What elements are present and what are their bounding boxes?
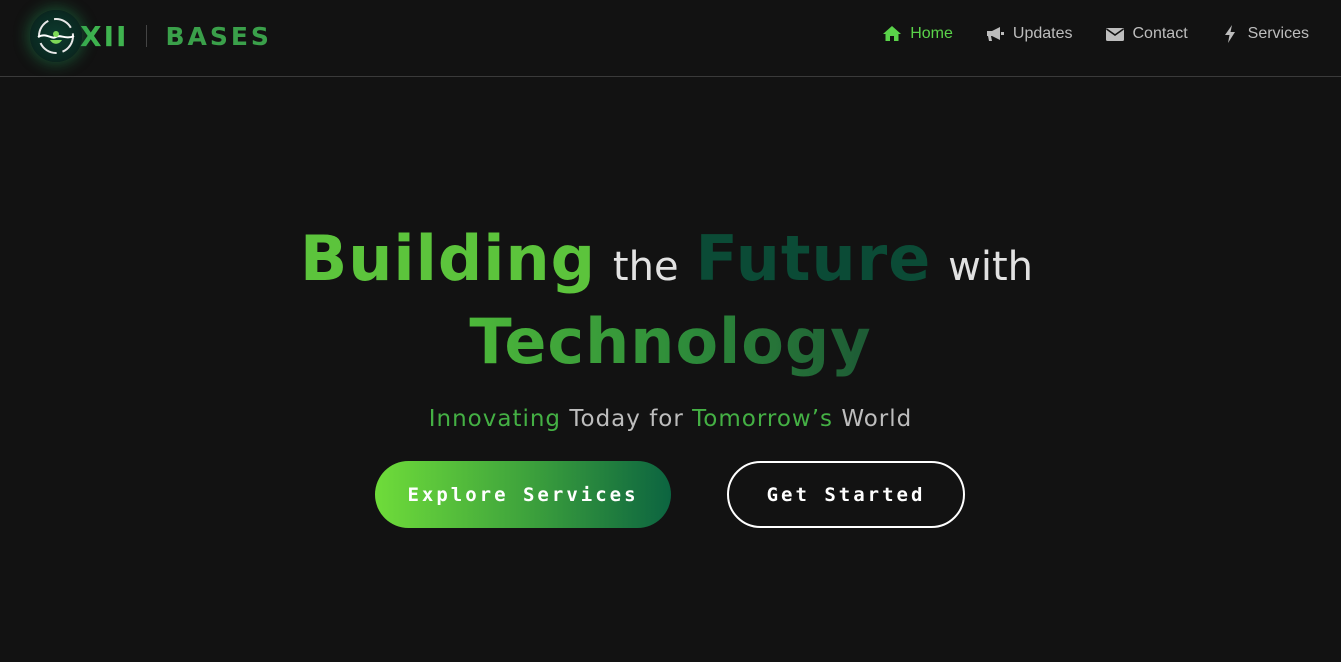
nav-item-label: Updates [1012, 25, 1073, 42]
headline-word-future: Future [695, 222, 932, 295]
brand-name: BASES [165, 21, 272, 51]
headline-word-with: with [948, 244, 1034, 290]
hero-headline: Building the Future with [0, 222, 1341, 295]
tagline-part-world: World [841, 406, 913, 432]
main-nav: Home Updates Contact Services [850, 24, 1309, 44]
envelope-icon [1105, 24, 1125, 44]
logo-text: XII [80, 19, 129, 53]
hero-section: Building the Future with Technology Inno… [0, 77, 1341, 662]
nav-item-label: Services [1247, 25, 1309, 42]
logo-divider [146, 25, 148, 47]
home-icon [882, 24, 902, 44]
headline-word-the: the [612, 244, 679, 290]
headline-word-building: Building [299, 222, 597, 295]
nav-item-home[interactable]: Home [882, 24, 953, 44]
logo-emblem-icon [30, 10, 82, 62]
tagline-part-innovating: Innovating [428, 406, 562, 432]
headline-word-technology: Technology [469, 305, 872, 378]
nav-item-contact[interactable]: Contact [1105, 24, 1188, 44]
hero-tagline: Innovating Today for Tomorrow’s World [0, 406, 1341, 432]
nav-item-services[interactable]: Services [1220, 24, 1309, 44]
nav-item-label: Home [910, 25, 953, 42]
brand-logo[interactable]: XII BASES [30, 10, 272, 62]
nav-item-updates[interactable]: Updates [985, 24, 1073, 44]
nav-item-label: Contact [1132, 25, 1188, 42]
get-started-button[interactable]: Get Started [727, 461, 965, 528]
megaphone-icon [985, 24, 1005, 44]
tagline-part-today: Today for [569, 406, 684, 432]
bolt-icon [1220, 24, 1240, 44]
hero-headline-line2: Technology [0, 305, 1341, 378]
tagline-part-tomorrow: Tomorrow’s [692, 406, 834, 432]
site-header: XII BASES Home Updates Contact Services [0, 0, 1341, 77]
explore-services-button[interactable]: Explore Services [375, 461, 671, 528]
